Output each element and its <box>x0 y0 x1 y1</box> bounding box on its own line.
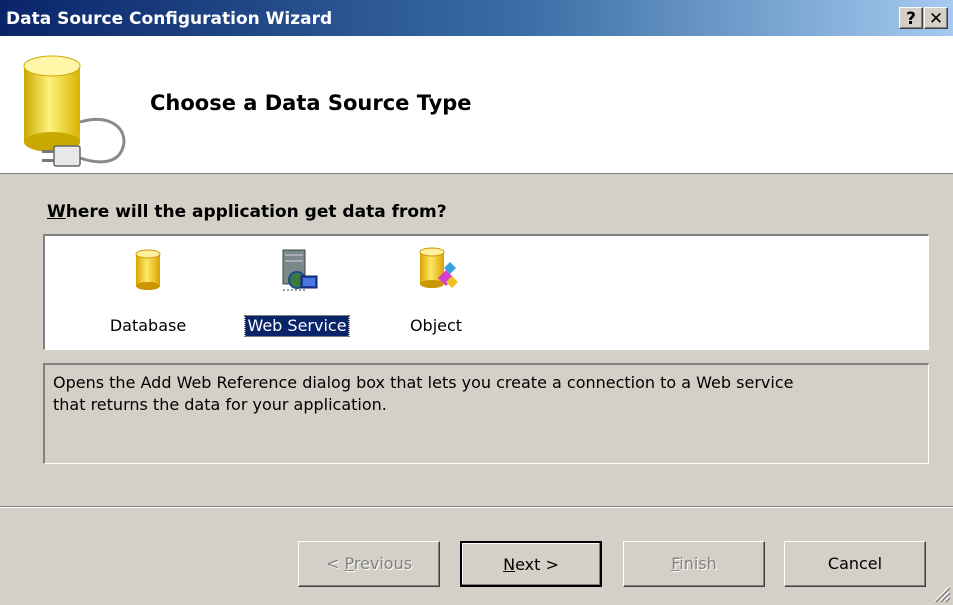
button-separator <box>0 506 953 508</box>
page-title: Choose a Data Source Type <box>150 91 472 115</box>
data-source-list[interactable]: Database Web Service Object <box>43 234 929 350</box>
list-item-label: Web Service <box>244 315 350 337</box>
finish-rest: inish <box>679 554 717 573</box>
description-line-1: Opens the Add Web Reference dialog box t… <box>53 373 794 392</box>
cancel-button[interactable]: Cancel <box>784 541 926 587</box>
title-bar[interactable]: Data Source Configuration Wizard ? ✕ <box>0 0 953 36</box>
database-icon <box>135 249 161 290</box>
prompt-text: here will the application get data from? <box>65 202 447 222</box>
wizard-header: Choose a Data Source Type <box>0 36 953 174</box>
window-title: Data Source Configuration Wizard <box>6 9 333 29</box>
database-plug-icon <box>23 55 126 167</box>
description-line-2: that returns the data for your applicati… <box>53 395 387 414</box>
description-panel: Opens the Add Web Reference dialog box t… <box>43 363 929 464</box>
next-button[interactable]: Next > <box>460 541 602 587</box>
list-item-label: Object <box>409 316 463 335</box>
finish-button[interactable]: Finish <box>623 541 765 587</box>
help-button[interactable]: ? <box>899 7 923 29</box>
next-rest: ext > <box>515 555 559 574</box>
close-icon: ✕ <box>928 9 944 29</box>
previous-rest: revious <box>353 554 413 573</box>
web-service-icon <box>282 249 318 291</box>
close-button[interactable]: ✕ <box>924 7 948 29</box>
list-item-database[interactable]: Database <box>83 236 213 346</box>
previous-button[interactable]: < Previous <box>298 541 440 587</box>
previous-prefix: < <box>325 554 345 573</box>
previous-mnemonic: P <box>344 554 354 573</box>
source-prompt-label: Where will the application get data from… <box>47 202 447 222</box>
resize-grip-icon[interactable] <box>929 581 951 603</box>
list-item-web-service[interactable]: Web Service <box>232 236 362 346</box>
list-item-label: Database <box>109 316 187 335</box>
object-icon <box>419 247 458 288</box>
prompt-mnemonic: W <box>47 202 66 222</box>
next-mnemonic: N <box>503 555 516 574</box>
list-item-object[interactable]: Object <box>371 236 501 346</box>
